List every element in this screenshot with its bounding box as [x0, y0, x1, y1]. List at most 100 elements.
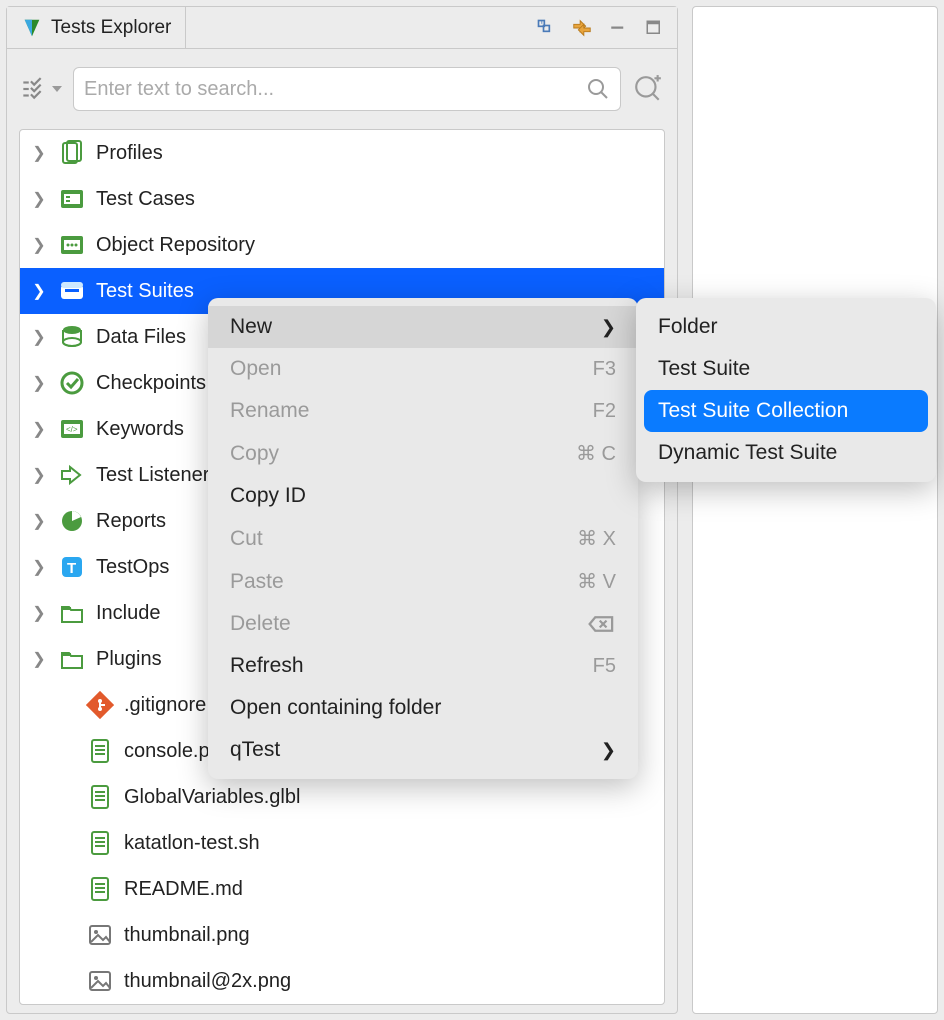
shortcut-label: F2: [593, 400, 616, 423]
menu-cut: Cut⌘ X: [208, 517, 638, 560]
keywords-icon: </>: [58, 415, 86, 443]
datafiles-icon: [58, 323, 86, 351]
tree-item-label: Checkpoints: [96, 372, 206, 395]
context-submenu-new: Folder Test SuiteTest Suite Collection Dyn…: [636, 298, 936, 482]
search-input[interactable]: [84, 78, 586, 101]
tree-file-label: thumbnail@2x.png: [124, 970, 291, 993]
tree-item-label: Plugins: [96, 648, 162, 671]
menu-new[interactable]: New ❯: [208, 306, 638, 348]
menu-label: New: [230, 315, 272, 339]
git-icon: [86, 691, 114, 719]
submenu-folder[interactable]: Folder: [636, 306, 936, 348]
tab-tests-explorer[interactable]: Tests Explorer: [7, 7, 186, 48]
tree-file-label: thumbnail.png: [124, 924, 250, 947]
tree-item-label: Profiles: [96, 142, 163, 165]
checkpoints-icon: [58, 369, 86, 397]
search-box: [73, 67, 621, 111]
add-search-button[interactable]: [631, 72, 665, 106]
tree-file-readme-md[interactable]: README.md: [20, 866, 664, 912]
filter-button[interactable]: [19, 76, 63, 102]
chevron-right-icon: ❯: [30, 419, 48, 439]
right-blank-panel: [692, 6, 938, 1014]
profiles-icon: [58, 139, 86, 167]
menu-label: Open: [230, 357, 281, 381]
panel-toolbar: [535, 7, 677, 48]
chevron-right-icon: ❯: [30, 373, 48, 393]
menu-label: Rename: [230, 399, 309, 423]
search-row: [7, 49, 677, 129]
submenu-test-suite[interactable]: Test Suite: [636, 348, 936, 390]
chevron-right-icon: ❯: [30, 649, 48, 669]
menu-label: Copy: [230, 442, 279, 466]
menu-open: Open F3: [208, 348, 638, 390]
menu-copy: Copy ⌘ C: [208, 432, 638, 475]
link-arrows-icon[interactable]: [571, 17, 593, 39]
svg-text:T: T: [67, 560, 76, 577]
tree-item-label: Data Files: [96, 326, 186, 349]
reports-icon: [58, 507, 86, 535]
testops-icon: T: [58, 553, 86, 581]
repo-icon: [58, 231, 86, 259]
context-menu: New❯OpenF3RenameF2Copy⌘ CCopy IDCut⌘ XPa…: [208, 298, 638, 779]
textfile-icon: [86, 875, 114, 903]
chevron-right-icon: ❯: [30, 603, 48, 623]
chevron-right-icon: ❯: [30, 465, 48, 485]
tree-file-globalvariables-glbl[interactable]: GlobalVariables.glbl: [20, 774, 664, 820]
menu-delete: Delete: [208, 603, 638, 645]
chevron-right-icon: ❯: [601, 317, 616, 338]
testcases-icon: [58, 185, 86, 213]
tree-file-thumbnail-2x-png[interactable]: thumbnail@2x.png: [20, 958, 664, 1004]
textfile-icon: [86, 737, 114, 765]
image-icon: [86, 967, 114, 995]
chevron-right-icon: ❯: [30, 281, 48, 301]
submenu-test-suite-collection[interactable]: Test Suite Collection: [644, 390, 928, 432]
tree-item-label: Keywords: [96, 418, 184, 441]
minimize-icon[interactable]: [607, 17, 629, 39]
menu-label: Refresh: [230, 654, 304, 678]
shortcut-label: F3: [593, 358, 616, 381]
menu-label: Copy ID: [230, 484, 306, 508]
tree-file-thumbnail-png[interactable]: thumbnail.png: [20, 912, 664, 958]
submenu-label: Folder: [658, 315, 718, 339]
tree-item-label: Reports: [96, 510, 166, 533]
tab-title: Tests Explorer: [51, 17, 171, 39]
chevron-right-icon: ❯: [30, 189, 48, 209]
menu-open-containing-folder[interactable]: Open containing folder: [208, 687, 638, 729]
menu-label: Delete: [230, 612, 291, 636]
textfile-icon: [86, 829, 114, 857]
shortcut-label: ⌘ V: [577, 569, 616, 594]
collapse-icon[interactable]: [535, 17, 557, 39]
menu-qtest[interactable]: qTest ❯: [208, 729, 638, 771]
tree-item-label: Test Cases: [96, 188, 195, 211]
menu-label: qTest: [230, 738, 280, 762]
tree-file-label: README.md: [124, 878, 243, 901]
tree-item-label: Object Repository: [96, 234, 255, 257]
tree-item-profiles[interactable]: ❯ Profiles: [20, 130, 664, 176]
tree-item-object-repository[interactable]: ❯ Object Repository: [20, 222, 664, 268]
listeners-icon: [58, 461, 86, 489]
folder-icon: [58, 645, 86, 673]
chevron-down-icon: [51, 85, 63, 93]
maximize-icon[interactable]: [643, 17, 665, 39]
tree-file-label: .gitignore: [124, 694, 206, 717]
tree-item-label: Include: [96, 602, 161, 625]
chevron-right-icon: ❯: [601, 740, 616, 761]
textfile-icon: [86, 783, 114, 811]
menu-copy-id[interactable]: Copy ID: [208, 475, 638, 517]
tree-item-test-cases[interactable]: ❯ Test Cases: [20, 176, 664, 222]
submenu-label: Dynamic Test Suite: [658, 441, 837, 465]
tab-bar: Tests Explorer: [7, 7, 677, 49]
app-logo-icon: [21, 17, 43, 39]
chevron-right-icon: ❯: [30, 143, 48, 163]
tree-item-label: TestOps: [96, 556, 169, 579]
search-icon[interactable]: [586, 77, 610, 101]
shortcut-label: ⌘ C: [576, 441, 616, 466]
chevron-right-icon: ❯: [30, 557, 48, 577]
folder-icon: [58, 599, 86, 627]
submenu-dynamic-test-suite[interactable]: Dynamic Test Suite: [636, 432, 936, 474]
chevron-right-icon: ❯: [30, 327, 48, 347]
menu-refresh[interactable]: RefreshF5: [208, 645, 638, 687]
tree-file-katatlon-test-sh[interactable]: katatlon-test.sh: [20, 820, 664, 866]
chevron-right-icon: ❯: [30, 235, 48, 255]
tree-item-label: Test Suites: [96, 280, 194, 303]
